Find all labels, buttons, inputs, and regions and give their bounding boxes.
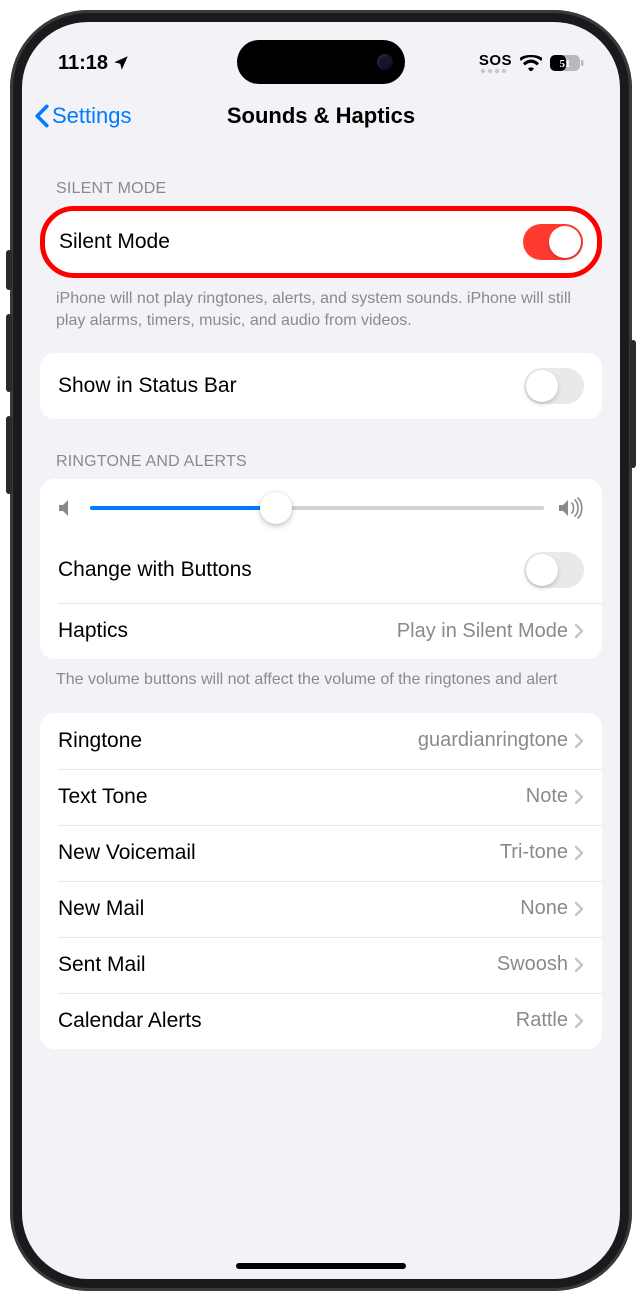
- chevron-right-icon: [574, 623, 584, 639]
- row-label: Sent Mail: [58, 953, 497, 977]
- row-change-with-buttons[interactable]: Change with Buttons: [40, 537, 602, 603]
- row-value: guardianringtone: [418, 729, 568, 752]
- chevron-left-icon: [34, 104, 50, 128]
- toggle-show-in-status-bar[interactable]: [524, 368, 584, 404]
- cellular-dots-icon: [480, 68, 510, 74]
- svg-text:51: 51: [560, 58, 571, 70]
- phone-side-button-right: [630, 340, 636, 468]
- row-label: Text Tone: [58, 785, 526, 809]
- row-value: Swoosh: [497, 953, 568, 976]
- row-label-haptics: Haptics: [58, 619, 397, 643]
- screen: 11:18 SOS 51: [22, 22, 620, 1279]
- page-title: Sounds & Haptics: [227, 103, 415, 129]
- row-sound-sent-mail[interactable]: Sent MailSwoosh: [40, 937, 602, 993]
- row-label-show-in-status-bar: Show in Status Bar: [58, 374, 524, 398]
- row-value: Note: [526, 785, 568, 808]
- back-label: Settings: [52, 103, 132, 129]
- content-scroll[interactable]: Silent Mode Silent Mode iPhone will not …: [22, 146, 620, 1279]
- row-value-haptics: Play in Silent Mode: [397, 620, 568, 643]
- battery-icon: 51: [550, 55, 584, 71]
- chevron-right-icon: [574, 1013, 584, 1029]
- row-label: Ringtone: [58, 729, 418, 753]
- row-sound-ringtone[interactable]: Ringtoneguardianringtone: [40, 713, 602, 769]
- home-indicator[interactable]: [236, 1263, 406, 1269]
- chevron-right-icon: [574, 957, 584, 973]
- toggle-silent-mode[interactable]: [523, 224, 583, 260]
- row-label: New Mail: [58, 897, 520, 921]
- toggle-change-with-buttons[interactable]: [524, 552, 584, 588]
- chevron-right-icon: [574, 733, 584, 749]
- volume-high-icon: [558, 497, 584, 519]
- row-sound-new-voicemail[interactable]: New VoicemailTri-tone: [40, 825, 602, 881]
- row-value: Tri-tone: [500, 841, 568, 864]
- phone-side-buttons-left: [6, 250, 12, 518]
- row-show-in-status-bar[interactable]: Show in Status Bar: [40, 353, 602, 419]
- volume-low-icon: [58, 498, 76, 518]
- location-arrow-icon: [112, 54, 130, 72]
- status-time: 11:18: [58, 52, 108, 75]
- row-sound-text-tone[interactable]: Text ToneNote: [40, 769, 602, 825]
- dynamic-island: [237, 40, 405, 84]
- front-camera-icon: [377, 54, 393, 70]
- volume-slider[interactable]: [90, 506, 544, 510]
- annotation-highlight: Silent Mode: [40, 206, 602, 278]
- sounds-group: RingtoneguardianringtoneText ToneNoteNew…: [40, 713, 602, 1049]
- row-label: New Voicemail: [58, 841, 500, 865]
- row-volume-slider: [40, 479, 602, 537]
- row-value: Rattle: [516, 1009, 568, 1032]
- section-header-ringtone-alerts: Ringtone and Alerts: [40, 419, 602, 479]
- row-label: Calendar Alerts: [58, 1009, 516, 1033]
- nav-bar: Settings Sounds & Haptics: [22, 86, 620, 146]
- row-haptics[interactable]: Haptics Play in Silent Mode: [40, 603, 602, 659]
- section-header-silent-mode: Silent Mode: [40, 146, 602, 206]
- chevron-right-icon: [574, 845, 584, 861]
- section-footer-silent-mode: iPhone will not play ringtones, alerts, …: [40, 278, 602, 331]
- section-footer-ringtone-alerts: The volume buttons will not affect the v…: [40, 659, 602, 691]
- row-sound-new-mail[interactable]: New MailNone: [40, 881, 602, 937]
- wifi-icon: [520, 55, 542, 71]
- row-sound-calendar-alerts[interactable]: Calendar AlertsRattle: [40, 993, 602, 1049]
- chevron-right-icon: [574, 901, 584, 917]
- row-label-change-with-buttons: Change with Buttons: [58, 558, 524, 582]
- row-silent-mode[interactable]: Silent Mode: [45, 211, 597, 273]
- chevron-right-icon: [574, 789, 584, 805]
- row-label-silent-mode: Silent Mode: [59, 230, 523, 254]
- back-button[interactable]: Settings: [34, 103, 132, 129]
- phone-frame: 11:18 SOS 51: [10, 10, 632, 1291]
- status-sos: SOS: [479, 53, 512, 68]
- row-value: None: [520, 897, 568, 920]
